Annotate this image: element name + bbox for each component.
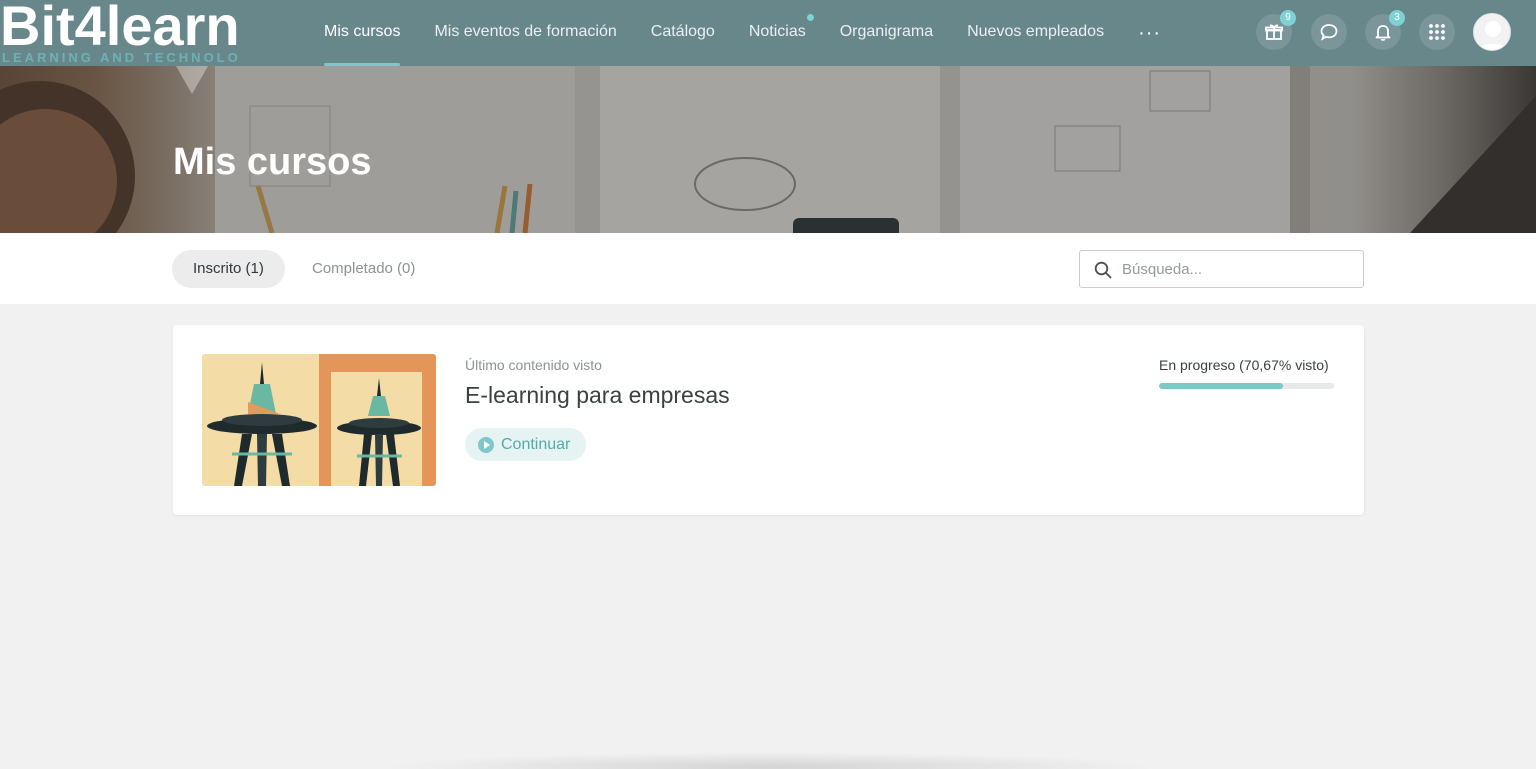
- nav-item-nuevos-empleados[interactable]: Nuevos empleados: [967, 0, 1104, 66]
- chat-button[interactable]: [1311, 14, 1347, 50]
- search-box: [1079, 250, 1364, 288]
- continue-button-label: Continuar: [501, 435, 571, 453]
- gift-badge: 9: [1280, 10, 1296, 26]
- brand-logo[interactable]: Bit4learn LEARNING AND TECHNOLOGY: [0, 0, 240, 66]
- space-needle-illustration: [202, 354, 436, 486]
- filter-bar: Inscrito (1) Completado (0): [0, 233, 1536, 304]
- progress-bar: [1159, 383, 1334, 389]
- nav-item-catalogo[interactable]: Catálogo: [651, 0, 715, 66]
- tab-inscrito[interactable]: Inscrito (1): [172, 250, 285, 288]
- gift-icon: [1265, 24, 1283, 40]
- main-nav: Mis cursos Mis eventos de formación Catá…: [324, 0, 1161, 66]
- brand-tagline: LEARNING AND TECHNOLOGY: [2, 50, 240, 65]
- chat-icon: [1320, 24, 1338, 41]
- hero-banner: Mis cursos: [0, 66, 1536, 233]
- apps-button[interactable]: [1419, 14, 1455, 50]
- last-viewed-label: Último contenido visto: [465, 357, 602, 373]
- notifications-badge: 3: [1389, 10, 1405, 26]
- continue-button[interactable]: Continuar: [465, 428, 587, 461]
- unread-dot: [806, 14, 814, 21]
- search-icon: [1094, 261, 1112, 279]
- nav-item-noticias-label: Noticias: [748, 23, 806, 40]
- course-title[interactable]: E-learning para empresas: [465, 382, 730, 409]
- logo-notch: [176, 66, 208, 94]
- search-input[interactable]: [1122, 251, 1352, 287]
- bell-icon: [1375, 25, 1391, 41]
- notifications-button[interactable]: 3: [1365, 10, 1405, 50]
- gift-button[interactable]: 9: [1256, 10, 1296, 50]
- more-menu-button[interactable]: ···: [1138, 3, 1161, 63]
- progress-status: En progreso (70,67% visto): [1159, 357, 1329, 373]
- grid-icon: [1429, 24, 1445, 40]
- bottom-shadow: [380, 752, 1160, 769]
- nav-item-mis-eventos[interactable]: Mis eventos de formación: [434, 0, 616, 66]
- top-navigation-bar: Bit4learn LEARNING AND TECHNOLOGY Mis cu…: [0, 0, 1536, 66]
- tab-completado[interactable]: Completado (0): [291, 250, 436, 288]
- user-avatar[interactable]: [1473, 13, 1511, 51]
- course-thumbnail[interactable]: [202, 354, 436, 486]
- nav-item-noticias[interactable]: Noticias: [748, 0, 814, 66]
- course-card: Último contenido visto E-learning para e…: [173, 325, 1364, 515]
- progress-bar-fill: [1159, 383, 1283, 389]
- play-icon: [478, 436, 494, 453]
- nav-item-organigrama[interactable]: Organigrama: [840, 0, 933, 66]
- user-avatar-icon: [1478, 21, 1508, 50]
- page-title: Mis cursos: [173, 141, 372, 183]
- nav-item-mis-cursos[interactable]: Mis cursos: [324, 0, 401, 66]
